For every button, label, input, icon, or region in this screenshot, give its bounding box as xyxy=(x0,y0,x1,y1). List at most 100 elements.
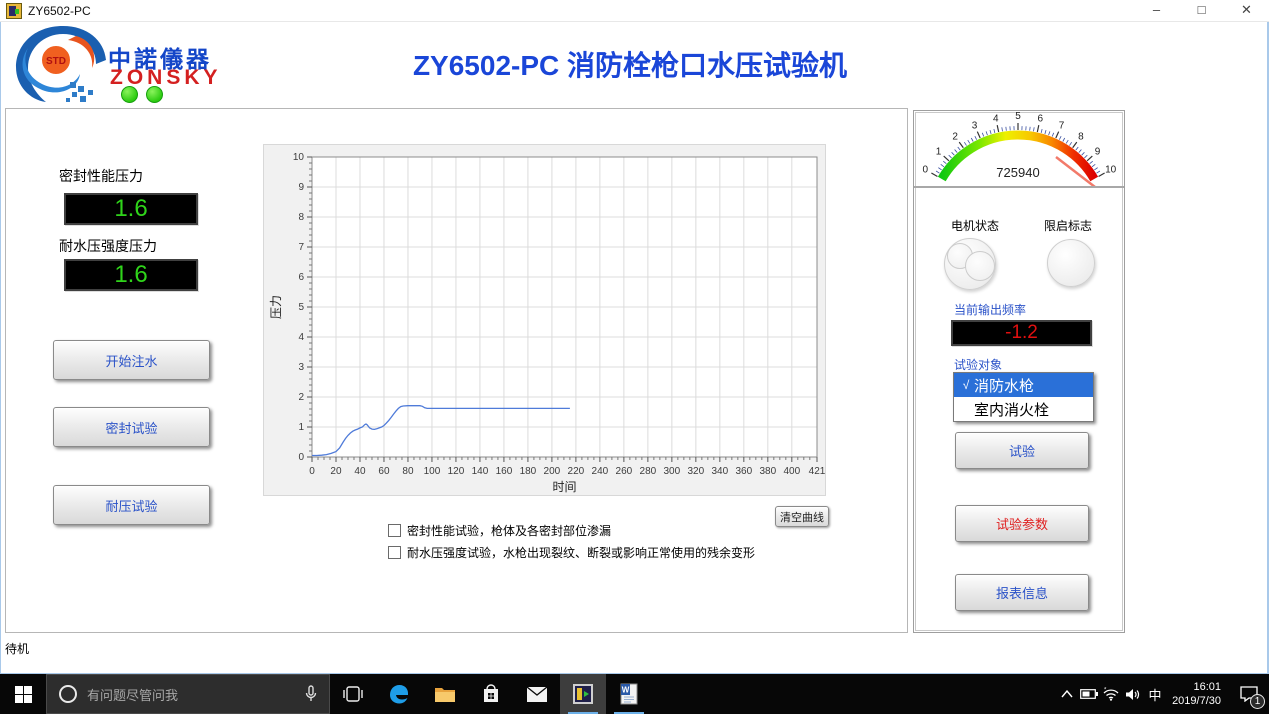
windows-logo-icon xyxy=(15,686,32,703)
taskbar-labview-button[interactable] xyxy=(560,674,606,714)
status-bar: 待机 xyxy=(0,633,1269,674)
listbox-option-indoor-hydrant[interactable]: 室内消火栓 xyxy=(954,397,1093,421)
logo-swirl-icon: STD xyxy=(8,24,118,108)
svg-text:3: 3 xyxy=(972,120,978,131)
limit-flag-label: 限启标志 xyxy=(1044,217,1092,234)
action-center-button[interactable]: 1 xyxy=(1229,674,1269,714)
svg-text:1: 1 xyxy=(936,146,942,157)
svg-text:6: 6 xyxy=(1037,113,1043,124)
clear-curve-button[interactable]: 清空曲线 xyxy=(775,506,829,527)
close-button[interactable]: ✕ xyxy=(1224,0,1269,22)
checkbox-label: 耐水压强度试验，水枪出现裂纹、断裂或影响正常使用的残余变形 xyxy=(407,544,755,561)
control-panel: 012345678910 725940 电机状态 限启标志 当前输出频率 -1.… xyxy=(913,110,1125,633)
battery-icon[interactable] xyxy=(1078,674,1100,714)
svg-text:80: 80 xyxy=(402,466,414,477)
x-axis-label: 时间 xyxy=(552,480,576,494)
microphone-icon[interactable] xyxy=(305,685,317,703)
labview-app-icon xyxy=(572,683,594,705)
volume-icon[interactable] xyxy=(1122,674,1144,714)
svg-text:200: 200 xyxy=(544,466,561,477)
svg-text:10: 10 xyxy=(293,152,305,163)
motor-status-led xyxy=(944,238,996,290)
svg-text:380: 380 xyxy=(759,466,776,477)
taskbar-clock[interactable]: 16:01 2019/7/30 xyxy=(1172,680,1221,708)
app-icon xyxy=(6,3,22,19)
svg-text:5: 5 xyxy=(1015,111,1021,122)
svg-text:60: 60 xyxy=(378,466,390,477)
motor-status-label: 电机状态 xyxy=(951,217,999,234)
microsoft-store-icon xyxy=(481,684,501,704)
svg-text:320: 320 xyxy=(688,466,705,477)
svg-text:4: 4 xyxy=(298,332,304,343)
seal-pressure-label: 密封性能压力 xyxy=(59,166,143,186)
edge-browser-icon xyxy=(388,683,410,705)
svg-text:260: 260 xyxy=(616,466,633,477)
svg-text:7: 7 xyxy=(1059,120,1065,131)
start-fill-button[interactable]: 开始注水 xyxy=(53,340,210,380)
clock-time: 16:01 xyxy=(1172,680,1221,694)
wifi-icon[interactable]: * xyxy=(1100,674,1122,714)
checkbox-box-icon[interactable] xyxy=(388,524,401,537)
strength-test-result-checkbox[interactable]: 耐水压强度试验，水枪出现裂纹、断裂或影响正常使用的残余变形 xyxy=(388,544,755,561)
company-logo: STD 中諾儀器 ZONSKY xyxy=(8,24,258,108)
svg-text:100: 100 xyxy=(424,466,441,477)
taskbar-edge-button[interactable] xyxy=(376,674,422,714)
svg-text:0: 0 xyxy=(309,466,315,477)
title-bar: ZY6502-PC – □ ✕ xyxy=(0,0,1269,22)
notification-badge: 1 xyxy=(1250,694,1265,709)
taskbar-mail-button[interactable] xyxy=(514,674,560,714)
svg-text:0: 0 xyxy=(298,452,304,463)
test-object-label: 试验对象 xyxy=(954,356,1002,373)
option-label: 消防水枪 xyxy=(974,375,1034,396)
svg-text:360: 360 xyxy=(735,466,752,477)
checkbox-label: 密封性能试验，枪体及各密封部位渗漏 xyxy=(407,522,611,539)
taskbar-word-button[interactable]: W xyxy=(606,674,652,714)
svg-text:7: 7 xyxy=(298,242,304,253)
svg-text:140: 140 xyxy=(472,466,489,477)
svg-text:2: 2 xyxy=(952,131,958,142)
taskbar-explorer-button[interactable] xyxy=(422,674,468,714)
svg-text:240: 240 xyxy=(592,466,609,477)
maximize-button[interactable]: □ xyxy=(1179,0,1224,22)
taskbar: 有问题尽管问我 xyxy=(0,674,1269,714)
taskbar-store-button[interactable] xyxy=(468,674,514,714)
mail-icon xyxy=(526,686,548,703)
svg-text:8: 8 xyxy=(1078,131,1084,142)
start-button[interactable] xyxy=(0,674,46,714)
taskbar-search-input[interactable]: 有问题尽管问我 xyxy=(46,674,330,714)
page-title: ZY6502-PC 消防栓枪口水压试验机 xyxy=(300,44,960,84)
option-label: 室内消火栓 xyxy=(974,399,1049,420)
svg-text:1: 1 xyxy=(298,422,304,433)
y-axis-label: 压力 xyxy=(269,295,283,319)
report-info-button[interactable]: 报表信息 xyxy=(955,574,1089,611)
search-placeholder: 有问题尽管问我 xyxy=(87,685,305,704)
test-object-listbox[interactable]: √ 消防水枪 室内消火栓 xyxy=(953,372,1094,422)
status-led-2 xyxy=(146,86,163,103)
svg-text:220: 220 xyxy=(568,466,585,477)
seal-test-result-checkbox[interactable]: 密封性能试验，枪体及各密封部位渗漏 xyxy=(388,522,611,539)
seal-test-button[interactable]: 密封试验 xyxy=(53,407,210,447)
tray-chevron-icon[interactable] xyxy=(1056,674,1078,714)
minimize-button[interactable]: – xyxy=(1134,0,1179,22)
window-title: ZY6502-PC xyxy=(28,4,91,18)
svg-text:8: 8 xyxy=(298,212,304,223)
gauge-dial-icon: 012345678910 725940 xyxy=(914,111,1122,186)
svg-text:2: 2 xyxy=(298,392,304,403)
test-params-button[interactable]: 试验参数 xyxy=(955,505,1089,542)
listbox-option-fire-nozzle[interactable]: √ 消防水枪 xyxy=(954,373,1093,397)
svg-text:160: 160 xyxy=(496,466,513,477)
test-button[interactable]: 试验 xyxy=(955,432,1089,469)
svg-text:5: 5 xyxy=(298,302,304,313)
svg-text:4: 4 xyxy=(993,113,999,124)
task-view-button[interactable] xyxy=(330,674,376,714)
check-icon: √ xyxy=(958,378,974,392)
pressure-test-button[interactable]: 耐压试验 xyxy=(53,485,210,525)
checkbox-box-icon[interactable] xyxy=(388,546,401,559)
pressure-chart: 0204060801001201401601802002202402602803… xyxy=(263,144,826,496)
ime-indicator[interactable]: 中 xyxy=(1144,674,1166,714)
svg-text:STD: STD xyxy=(46,56,66,67)
gauge-value: 725940 xyxy=(996,165,1039,180)
pressure-gauge: 012345678910 725940 xyxy=(914,111,1124,188)
word-document-icon: W xyxy=(619,683,639,705)
file-explorer-icon xyxy=(434,685,456,703)
